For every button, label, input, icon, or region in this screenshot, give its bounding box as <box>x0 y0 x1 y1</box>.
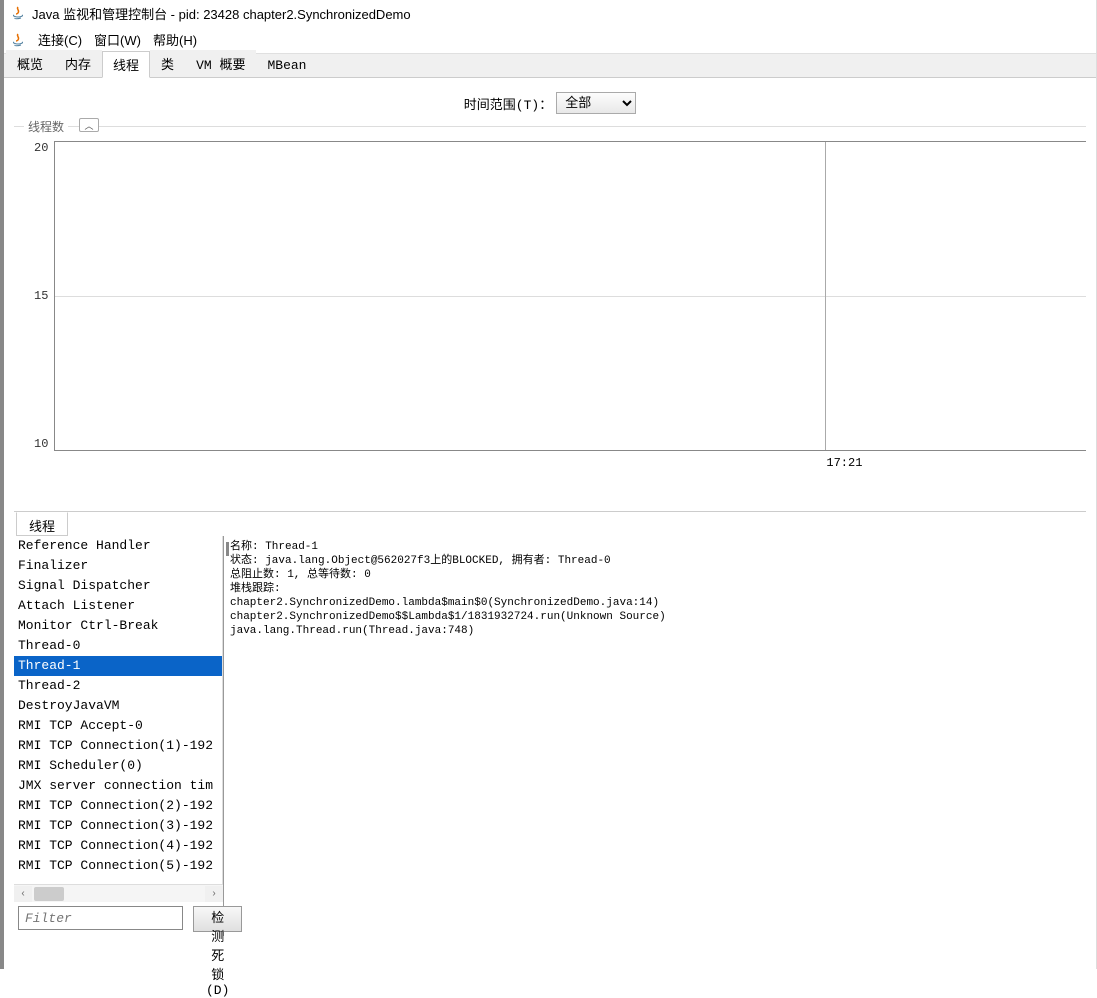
detail-line: 堆栈跟踪: <box>230 582 1080 596</box>
chart-plot-area <box>55 141 1086 450</box>
thread-item[interactable]: Finalizer <box>14 556 222 576</box>
chart-plot[interactable]: 17:21 <box>54 141 1086 451</box>
thread-item[interactable]: RMI TCP Accept-0 <box>14 716 222 736</box>
thread-item[interactable]: RMI TCP Connection(5)-192 <box>14 856 222 876</box>
x-tick: 17:21 <box>826 456 862 470</box>
thread-list[interactable]: Reference HandlerFinalizerSignal Dispatc… <box>14 536 223 884</box>
thread-item[interactable]: DestroyJavaVM <box>14 696 222 716</box>
lower-content: Reference HandlerFinalizerSignal Dispatc… <box>14 536 1086 936</box>
chart-y-axis: 20 15 10 <box>34 141 54 451</box>
thread-detail-panel: 名称: Thread-1 状态: java.lang.Object@562027… <box>224 536 1086 936</box>
thread-item[interactable]: RMI TCP Connection(2)-192 <box>14 796 222 816</box>
java-icon <box>10 5 26 21</box>
thread-item[interactable]: JMX server connection tim <box>14 776 222 796</box>
thread-list-hscrollbar[interactable]: ‹ › <box>14 884 223 902</box>
grid-line <box>55 296 1086 297</box>
thread-item[interactable]: Attach Listener <box>14 596 222 616</box>
menu-help[interactable]: 帮助(H) <box>147 28 203 51</box>
detail-line: java.lang.Thread.run(Thread.java:748) <box>230 624 1080 638</box>
y-tick: 20 <box>34 141 48 155</box>
chart-marker-line <box>825 142 826 450</box>
filter-row: 检测死锁(D) <box>14 902 223 936</box>
chart-collapse-button[interactable]: ︿ <box>79 118 99 132</box>
thread-item[interactable]: Thread-2 <box>14 676 222 696</box>
thread-list-panel: Reference HandlerFinalizerSignal Dispatc… <box>14 536 224 936</box>
content-area: 时间范围(T)： 全部 线程数 ︿ 20 15 10 17:21 <box>4 78 1096 936</box>
thread-item[interactable]: Monitor Ctrl-Break <box>14 616 222 636</box>
thread-item[interactable]: RMI TCP Connection(4)-192 <box>14 836 222 856</box>
thread-item[interactable]: Signal Dispatcher <box>14 576 222 596</box>
lower-tab-bar: 线程 <box>14 512 1086 536</box>
java-icon <box>10 32 26 48</box>
tab-memory[interactable]: 内存 <box>54 50 102 77</box>
chart-section: 线程数 ︿ 20 15 10 17:21 <box>14 126 1086 501</box>
y-tick: 10 <box>34 437 48 451</box>
window-title: Java 监视和管理控制台 - pid: 23428 chapter2.Sync… <box>32 4 411 23</box>
thread-item[interactable]: Thread-0 <box>14 636 222 656</box>
y-tick: 15 <box>34 289 48 303</box>
tab-overview[interactable]: 概览 <box>6 50 54 77</box>
time-range-label: 时间范围(T)： <box>464 94 552 113</box>
thread-item[interactable]: RMI TCP Connection(3)-192 <box>14 816 222 836</box>
lower-tab-threads[interactable]: 线程 <box>16 512 68 536</box>
scroll-left-icon[interactable]: ‹ <box>14 886 32 902</box>
thread-item[interactable]: RMI TCP Connection(1)-192 <box>14 736 222 756</box>
thread-item[interactable]: Thread-1 <box>14 656 222 676</box>
chevron-up-icon: ︿ <box>84 119 93 132</box>
thread-item[interactable]: RMI Scheduler(0) <box>14 756 222 776</box>
thread-item[interactable]: Reference Handler <box>14 536 222 556</box>
lower-section: 线程 Reference HandlerFinalizerSignal Disp… <box>14 511 1086 936</box>
tab-mbeans[interactable]: MBean <box>256 54 317 77</box>
detail-line: chapter2.SynchronizedDemo$$Lambda$1/1831… <box>230 610 1080 624</box>
detail-line: 状态: java.lang.Object@562027f3上的BLOCKED, … <box>230 554 1080 568</box>
tab-threads[interactable]: 线程 <box>102 51 150 78</box>
scroll-right-icon[interactable]: › <box>205 886 223 902</box>
menu-window[interactable]: 窗口(W) <box>88 28 147 51</box>
title-bar: Java 监视和管理控制台 - pid: 23428 chapter2.Sync… <box>4 0 1096 26</box>
filter-input[interactable] <box>18 906 183 930</box>
time-range-select[interactable]: 全部 <box>556 92 636 114</box>
detail-line: chapter2.SynchronizedDemo.lambda$main$0(… <box>230 596 1080 610</box>
detail-line: 名称: Thread-1 <box>230 540 1080 554</box>
scroll-thumb[interactable] <box>34 887 64 901</box>
tab-vm-summary[interactable]: VM 概要 <box>185 50 256 77</box>
chart-container: 20 15 10 17:21 <box>34 141 1086 501</box>
chart-section-label: 线程数 <box>24 118 68 135</box>
detail-line: 总阻止数: 1, 总等待数: 0 <box>230 568 1080 582</box>
main-tab-bar: 概览 内存 线程 类 VM 概要 MBean <box>4 54 1096 78</box>
tab-classes[interactable]: 类 <box>150 50 185 77</box>
time-range-row: 时间范围(T)： 全部 <box>14 86 1086 126</box>
menu-connect[interactable]: 连接(C) <box>32 28 88 51</box>
